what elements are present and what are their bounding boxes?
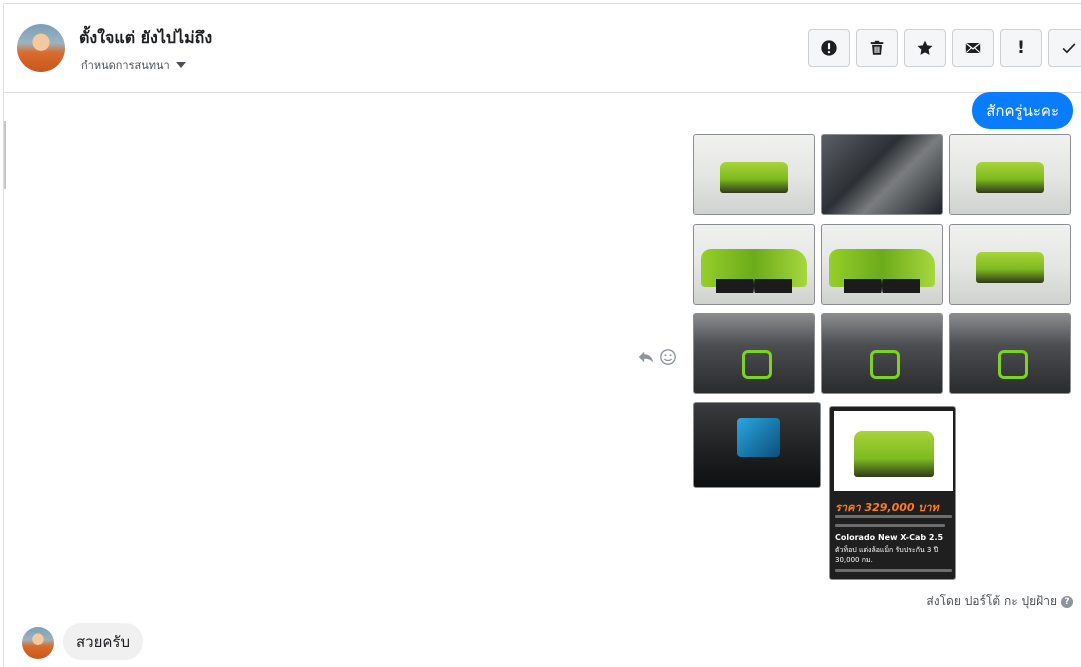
photo-car-side-right[interactable] [821,224,943,305]
contact-avatar[interactable] [17,24,65,72]
ad-detail-line [835,524,945,527]
ad-description-2: 30,000 กม. [835,556,873,564]
conversation-options-menu[interactable]: กำหนดการสนทนา [81,56,186,74]
photo-interior-gear[interactable] [693,313,815,394]
help-icon[interactable]: ? [1061,595,1073,608]
conversation-header: ตั้งใจแต่ ยังไปไม่ถึง กำหนดการสนทนา ! [4,4,1081,93]
reply-icon[interactable] [637,348,655,366]
sent-by-text: ส่งโดย ปอร์โต้ กะ ปุยฝ้าย [926,594,1057,608]
ad-model: Colorado New X-Cab 2.5 [835,533,944,542]
message-actions [637,348,677,366]
conversation-toolbar: ! [808,29,1081,67]
exclamation-circle-icon [821,40,837,56]
incoming-sender-avatar[interactable] [22,627,54,659]
caret-down-icon [175,62,186,68]
emoji-reaction-icon[interactable] [659,348,677,366]
photo-interior-steering[interactable] [949,313,1071,394]
delete-button[interactable] [856,29,898,67]
message-list-scrollbar[interactable] [4,121,6,189]
done-button[interactable] [1048,29,1081,67]
photo-dashboard[interactable] [693,402,821,488]
ad-detail-line [835,515,952,518]
photo-car-front-angle[interactable] [949,224,1071,305]
sent-by-label: ส่งโดย ปอร์โต้ กะ ปุยฝ้าย ? [926,592,1073,611]
ad-price: ราคา 329,000 บาท [835,501,939,514]
conversation-name[interactable]: ตั้งใจแต่ ยังไปไม่ถึง [79,26,212,51]
spam-button[interactable] [808,29,850,67]
conversation-options-label: กำหนดการสนทนา [81,59,170,72]
car-ad-image[interactable]: ราคา 329,000 บาท Colorado New X-Cab 2.5 … [829,406,956,580]
mark-unread-button[interactable] [952,29,994,67]
star-button[interactable] [904,29,946,67]
check-icon [1062,43,1076,54]
photo-car-rear[interactable] [949,134,1071,215]
photo-car-side-left[interactable] [693,224,815,305]
outgoing-message-bubble[interactable]: สักครู่นะคะ [972,92,1073,129]
star-icon [917,40,933,55]
incoming-message-bubble[interactable]: สวยครับ [63,623,143,660]
priority-button[interactable]: ! [1000,29,1042,67]
ad-car-photo [834,411,953,491]
ad-footer-line [835,569,952,572]
ad-description-1: ตัวท็อป แต่งล้อแม็ก รับประกัน 3 ปี [835,546,939,554]
photo-engine[interactable] [821,134,943,215]
exclamation-icon: ! [1017,38,1025,58]
trash-icon [870,40,884,55]
envelope-icon [965,43,981,53]
conversation-pane: ตั้งใจแต่ ยังไปไม่ถึง กำหนดการสนทนา ! สั… [3,3,1081,667]
photo-car-front[interactable] [693,134,815,215]
photo-interior-seats[interactable] [821,313,943,394]
